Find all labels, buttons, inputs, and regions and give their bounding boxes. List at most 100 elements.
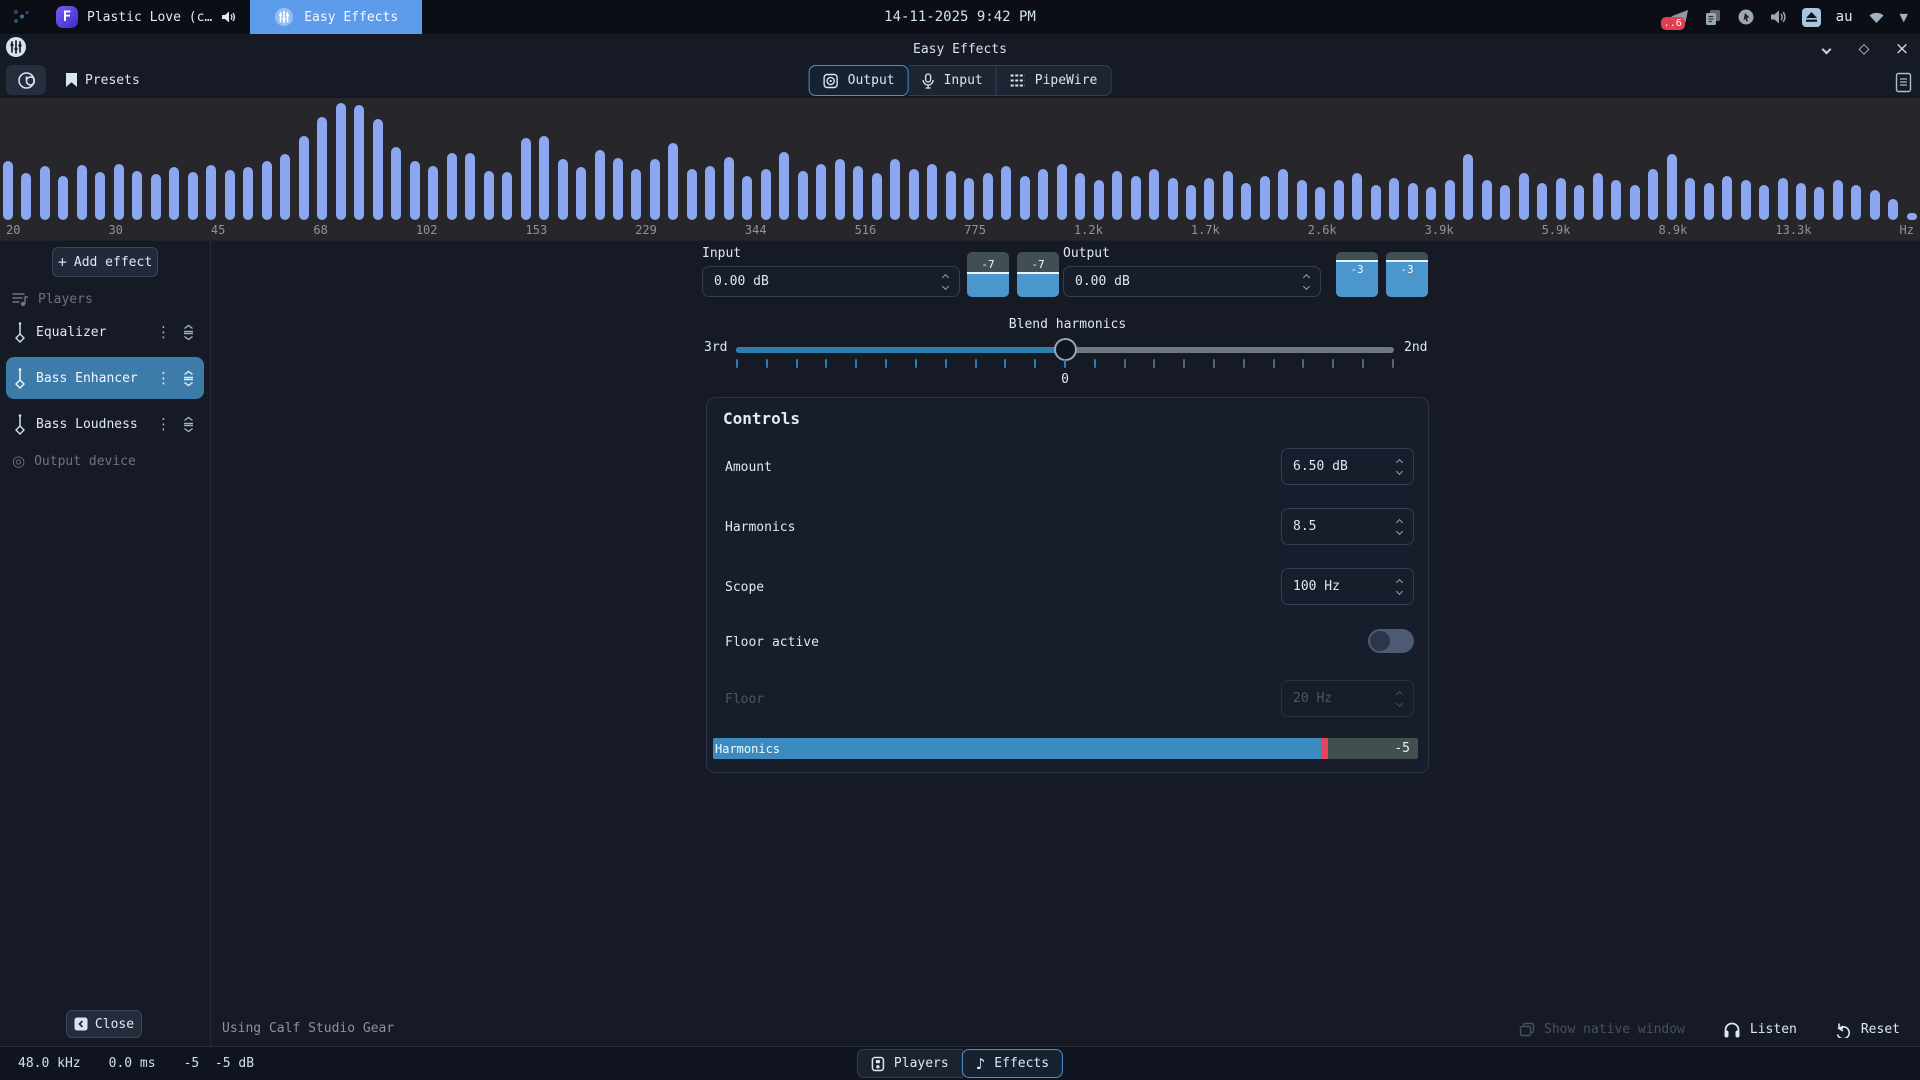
level-meter: -3 bbox=[1336, 252, 1378, 297]
tray-expander-chevron-icon[interactable]: ▼ bbox=[1900, 11, 1908, 24]
spectrum-bar bbox=[336, 103, 346, 220]
spectrum-bar bbox=[1463, 154, 1473, 220]
spectrum-bar bbox=[1888, 199, 1898, 220]
effect-menu-icon[interactable]: ⋮ bbox=[156, 323, 171, 341]
spectrum-bar bbox=[1352, 173, 1362, 220]
slider-tick bbox=[1213, 359, 1215, 368]
spectrum-bar bbox=[1648, 169, 1658, 220]
presets-button[interactable]: Presets bbox=[56, 65, 150, 95]
slider-tick bbox=[1094, 359, 1096, 368]
reset-button[interactable]: Reset bbox=[1835, 1022, 1900, 1038]
harmonics-spinbox[interactable]: 8.5 bbox=[1281, 508, 1414, 545]
spectrum-bar bbox=[1741, 180, 1751, 220]
minimize-icon[interactable] bbox=[1818, 41, 1834, 57]
close-window-icon[interactable]: × bbox=[1894, 39, 1910, 59]
players-page-button[interactable]: Players bbox=[857, 1049, 963, 1078]
freq-label: 20 bbox=[6, 223, 20, 237]
scope-value: 100 Hz bbox=[1293, 579, 1397, 594]
harmonics-meter-peak bbox=[1321, 738, 1327, 759]
effect-row-bass-loudness[interactable]: Bass Loudness ⋮ bbox=[6, 408, 204, 440]
clock[interactable]: 14-11-2025 9:42 PM bbox=[884, 0, 1036, 34]
freq-label: 516 bbox=[855, 223, 877, 237]
spectrum-bar bbox=[1297, 180, 1307, 220]
slider-tick bbox=[1302, 359, 1304, 368]
freq-label: Hz bbox=[1900, 223, 1914, 237]
output-gain-value: 0.00 dB bbox=[1075, 274, 1304, 289]
spin-arrows-icon[interactable] bbox=[1397, 580, 1402, 594]
spin-arrows-icon[interactable] bbox=[1397, 520, 1402, 534]
effect-row-equalizer[interactable]: Equalizer ⋮ bbox=[6, 316, 204, 348]
blend-slider[interactable] bbox=[736, 347, 1394, 353]
spectrum-bar bbox=[576, 167, 586, 220]
spectrum-bar bbox=[1371, 185, 1381, 220]
show-native-window-button[interactable]: Show native window bbox=[1519, 1022, 1685, 1037]
effect-menu-icon[interactable]: ⋮ bbox=[156, 369, 171, 387]
spectrum-bar bbox=[1537, 183, 1547, 220]
slider-tick bbox=[1183, 359, 1185, 368]
removable-media-tray-icon[interactable] bbox=[1802, 8, 1821, 27]
window-titlebar[interactable]: Easy Effects ◇ × bbox=[0, 34, 1920, 64]
output-gain-spinbox[interactable]: 0.00 dB bbox=[1063, 266, 1321, 297]
spectrum-analyzer bbox=[0, 98, 1920, 220]
close-button[interactable]: Close bbox=[66, 1010, 142, 1038]
input-gain-spinbox[interactable]: 0.00 dB bbox=[702, 266, 960, 297]
effects-page-button[interactable]: ♪ Effects bbox=[962, 1049, 1063, 1078]
volume-tray-icon[interactable] bbox=[1770, 9, 1787, 25]
clipboard-tray-icon[interactable] bbox=[1704, 9, 1722, 26]
players-page-icon bbox=[871, 1056, 885, 1072]
bypass-button[interactable] bbox=[6, 65, 46, 95]
messenger-tray-icon[interactable]: ..6 bbox=[1670, 9, 1689, 25]
floor-spinbox[interactable]: 20 Hz bbox=[1281, 680, 1414, 717]
taskbar-window-title: Plastic Love (c… bbox=[87, 10, 212, 25]
tab-output[interactable]: Output bbox=[809, 65, 909, 96]
scope-spinbox[interactable]: 100 Hz bbox=[1281, 568, 1414, 605]
power-icon bbox=[18, 72, 35, 89]
output-device-row[interactable]: ◎ Output device bbox=[0, 452, 210, 470]
controls-title: Controls bbox=[723, 409, 800, 428]
blend-harmonics-title: Blend harmonics bbox=[706, 317, 1429, 332]
spectrum-bar bbox=[484, 171, 494, 220]
maximize-icon[interactable]: ◇ bbox=[1856, 41, 1872, 57]
effect-row-bass-enhancer-selected[interactable]: Bass Enhancer ⋮ bbox=[6, 357, 204, 399]
listen-button[interactable]: Listen bbox=[1723, 1021, 1797, 1038]
freq-label: 13.3k bbox=[1775, 223, 1811, 237]
slider-tick bbox=[1034, 359, 1036, 368]
players-section-header[interactable]: Players bbox=[0, 292, 210, 307]
spectrum-bar bbox=[40, 166, 50, 220]
spin-arrows-icon[interactable] bbox=[1397, 460, 1402, 474]
spin-arrows-icon[interactable] bbox=[1304, 275, 1309, 289]
slider-tick bbox=[766, 359, 768, 368]
amount-spinbox[interactable]: 6.50 dB bbox=[1281, 448, 1414, 485]
slider-tick bbox=[915, 359, 917, 368]
freq-label: 1.2k bbox=[1074, 223, 1103, 237]
slider-tick bbox=[1153, 359, 1155, 368]
taskbar-window-music-player[interactable]: F Plastic Love (c… bbox=[42, 0, 250, 34]
blend-slider-fill bbox=[736, 347, 1065, 353]
spectrum-bar bbox=[169, 167, 179, 220]
blend-slider-handle[interactable] bbox=[1054, 338, 1077, 361]
drag-handle-icon[interactable] bbox=[181, 370, 196, 387]
app-launcher-button[interactable] bbox=[0, 0, 42, 34]
spectrum-bar bbox=[668, 143, 678, 220]
drag-handle-icon[interactable] bbox=[181, 416, 196, 433]
shortcuts-button[interactable] bbox=[1895, 67, 1912, 97]
effect-menu-icon[interactable]: ⋮ bbox=[156, 415, 171, 433]
input-gain-value: 0.00 dB bbox=[714, 274, 943, 289]
slider-tick bbox=[1124, 359, 1126, 368]
spectrum-bar bbox=[1186, 185, 1196, 220]
drag-handle-icon[interactable] bbox=[181, 324, 196, 341]
keyboard-layout-indicator[interactable]: au bbox=[1836, 9, 1853, 25]
slider-tick bbox=[825, 359, 827, 368]
screen-record-tray-icon[interactable] bbox=[1737, 8, 1755, 26]
slider-tick bbox=[885, 359, 887, 368]
taskbar-window-easy-effects-active[interactable]: Easy Effects bbox=[250, 0, 422, 34]
controls-panel: Controls Amount 6.50 dB Harmonics 8.5 Sc… bbox=[706, 397, 1429, 773]
spectrum-bar bbox=[853, 166, 863, 220]
add-effect-button[interactable]: + Add effect bbox=[52, 247, 158, 277]
floor-active-toggle[interactable] bbox=[1368, 629, 1414, 653]
spin-arrows-icon[interactable] bbox=[943, 275, 948, 289]
players-page-label: Players bbox=[894, 1056, 949, 1071]
tab-pipewire[interactable]: PipeWire bbox=[996, 65, 1112, 96]
wifi-tray-icon[interactable] bbox=[1868, 10, 1885, 24]
tab-input[interactable]: Input bbox=[909, 65, 997, 96]
